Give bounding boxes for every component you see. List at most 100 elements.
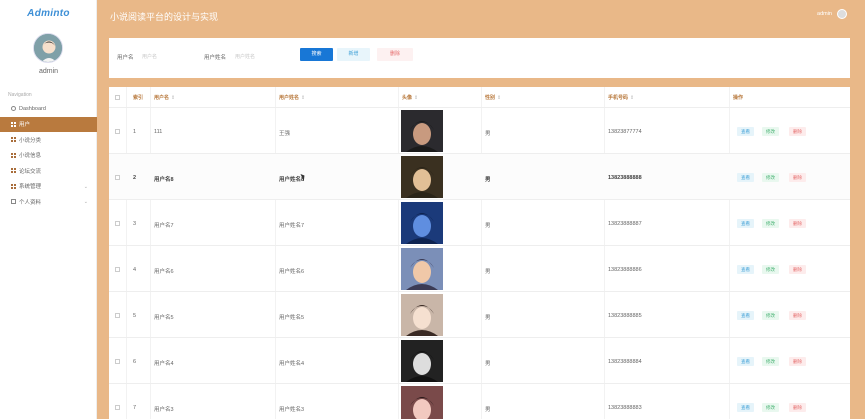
top-header: 小说阅读平台的设计与实现 admin bbox=[97, 0, 865, 30]
header-gender[interactable]: 性别 ⇕ bbox=[485, 94, 501, 101]
search-button[interactable]: 搜索 bbox=[300, 48, 333, 61]
cell-name: 王强 bbox=[279, 131, 291, 137]
cell-avatar-image[interactable] bbox=[401, 110, 443, 152]
edit-button[interactable]: 修改 bbox=[762, 311, 779, 320]
edit-button[interactable]: 修改 bbox=[762, 357, 779, 366]
row-checkbox[interactable] bbox=[115, 267, 120, 272]
cell-avatar-image[interactable] bbox=[401, 294, 443, 336]
cell-avatar-image[interactable] bbox=[401, 156, 443, 198]
name-filter-input[interactable] bbox=[235, 50, 283, 63]
row-delete-button[interactable]: 删除 bbox=[789, 357, 806, 366]
edit-button[interactable]: 修改 bbox=[762, 219, 779, 228]
cell-avatar-image[interactable] bbox=[401, 386, 443, 419]
table-row[interactable]: 3 用户名7 用户姓名7 男 13823888887 查看 修改 删除 bbox=[109, 199, 850, 245]
cell-index: 1 bbox=[133, 129, 137, 135]
cell-gender: 男 bbox=[485, 315, 491, 321]
cell-phone: 13823888888 bbox=[608, 175, 642, 181]
sidebar-item-novel-categories[interactable]: 小说分类 bbox=[0, 132, 97, 148]
header-name[interactable]: 用户姓名 ⇕ bbox=[279, 94, 305, 101]
cell-avatar-image[interactable] bbox=[401, 340, 443, 382]
row-delete-button[interactable]: 删除 bbox=[789, 219, 806, 228]
grid-icon bbox=[11, 137, 16, 143]
row-delete-button[interactable]: 删除 bbox=[789, 403, 806, 412]
view-button[interactable]: 查看 bbox=[737, 127, 754, 136]
view-button[interactable]: 查看 bbox=[737, 265, 754, 274]
nav-section-title: Navigation bbox=[8, 92, 32, 98]
row-checkbox[interactable] bbox=[115, 129, 120, 134]
table-row[interactable]: 4 用户名6 用户姓名6 男 13823888886 查看 修改 删除 bbox=[109, 245, 850, 291]
sort-icon: ⇕ bbox=[497, 95, 502, 101]
cell-avatar-image[interactable] bbox=[401, 248, 443, 290]
sidebar-item-forum[interactable]: 论坛交流 bbox=[0, 163, 97, 179]
header-label: 手机号码 bbox=[608, 95, 629, 101]
edit-button[interactable]: 修改 bbox=[762, 127, 779, 136]
edit-button[interactable]: 修改 bbox=[762, 173, 779, 182]
sidebar-item-label: 个人资料 bbox=[19, 199, 42, 206]
cell-index: 2 bbox=[133, 175, 137, 181]
sidebar-item-profile[interactable]: 个人资料 ⌄ bbox=[0, 194, 97, 210]
table-row[interactable]: 7 用户名3 用户姓名3 男 13823888883 查看 修改 删除 bbox=[109, 383, 850, 419]
row-checkbox[interactable] bbox=[115, 359, 120, 364]
select-all-checkbox[interactable] bbox=[115, 95, 120, 100]
sidebar-item-dashboard[interactable]: Dashboard bbox=[0, 101, 97, 117]
page-title: 小说阅读平台的设计与实现 bbox=[110, 13, 219, 23]
cell-index: 5 bbox=[133, 313, 137, 319]
chevron-down-icon: ⌄ bbox=[83, 183, 88, 190]
sidebar-item-novel-info[interactable]: 小说信息 bbox=[0, 148, 97, 164]
row-delete-button[interactable]: 删除 bbox=[789, 173, 806, 182]
table-row[interactable]: 2 用户名8 用户姓名8 男 13823888888 查看 修改 删除 bbox=[109, 153, 850, 199]
brand-logo[interactable]: Adminto bbox=[0, 8, 97, 19]
grid-icon bbox=[11, 152, 16, 158]
sort-icon: ⇕ bbox=[414, 95, 419, 101]
table-row[interactable]: 1 111 王强 男 13823877774 查看 修改 删除 bbox=[109, 107, 850, 153]
edit-button[interactable]: 修改 bbox=[762, 265, 779, 274]
view-button[interactable]: 查看 bbox=[737, 219, 754, 228]
add-button[interactable]: 新增 bbox=[337, 48, 370, 61]
row-checkbox[interactable] bbox=[115, 313, 120, 318]
user-avatar[interactable] bbox=[33, 33, 63, 63]
cell-gender: 男 bbox=[485, 131, 491, 137]
header-avatar[interactable] bbox=[837, 9, 847, 19]
row-checkbox[interactable] bbox=[115, 221, 120, 226]
header-label: 用户姓名 bbox=[279, 95, 300, 101]
header-username[interactable]: admin bbox=[817, 11, 832, 17]
delete-button[interactable]: 删除 bbox=[377, 48, 413, 61]
edit-button[interactable]: 修改 bbox=[762, 403, 779, 412]
table-row[interactable]: 5 用户名5 用户姓名5 男 13823888885 查看 修改 删除 bbox=[109, 291, 850, 337]
header-avatar[interactable]: 头像 ⇕ bbox=[402, 94, 418, 101]
header-phone[interactable]: 手机号码 ⇕ bbox=[608, 94, 634, 101]
grid-icon bbox=[11, 183, 16, 189]
username-filter-input[interactable] bbox=[142, 50, 190, 63]
box-icon bbox=[11, 199, 16, 205]
sidebar-item-label: 系统管理 bbox=[19, 184, 42, 191]
header-username[interactable]: 用户名 ⇕ bbox=[154, 94, 175, 101]
cell-name: 用户姓名6 bbox=[279, 269, 305, 275]
cell-index: 4 bbox=[133, 267, 137, 273]
cell-name: 用户姓名7 bbox=[279, 223, 305, 229]
row-delete-button[interactable]: 删除 bbox=[789, 127, 806, 136]
row-checkbox[interactable] bbox=[115, 405, 120, 410]
row-delete-button[interactable]: 删除 bbox=[789, 311, 806, 320]
row-delete-button[interactable]: 删除 bbox=[789, 265, 806, 274]
user-table: 索引 用户名 ⇕ 用户姓名 ⇕ 头像 ⇕ 性别 ⇕ 手机号码 ⇕ 操作 1 111 王强 … bbox=[109, 87, 850, 419]
cell-phone: 13823888887 bbox=[608, 221, 642, 227]
row-checkbox[interactable] bbox=[115, 175, 120, 180]
cell-name: 用户姓名3 bbox=[279, 407, 305, 413]
cell-gender: 男 bbox=[485, 223, 491, 229]
sidebar-item-system[interactable]: 系统管理 ⌄ bbox=[0, 179, 97, 195]
view-button[interactable]: 查看 bbox=[737, 173, 754, 182]
view-button[interactable]: 查看 bbox=[737, 403, 754, 412]
cell-username: 用户名6 bbox=[154, 269, 174, 275]
cell-gender: 男 bbox=[485, 177, 491, 183]
sort-icon: ⇕ bbox=[301, 95, 306, 101]
view-button[interactable]: 查看 bbox=[737, 311, 754, 320]
table-header: 索引 用户名 ⇕ 用户姓名 ⇕ 头像 ⇕ 性别 ⇕ 手机号码 ⇕ 操作 bbox=[109, 87, 850, 107]
cell-avatar-image[interactable] bbox=[401, 202, 443, 244]
table-row[interactable]: 6 用户名4 用户姓名4 男 13823888884 查看 修改 删除 bbox=[109, 337, 850, 383]
sidebar-item-users[interactable]: 用户 bbox=[0, 116, 97, 132]
sidebar-username: admin bbox=[38, 68, 59, 75]
sort-icon: ⇕ bbox=[171, 95, 176, 101]
header-index: 索引 bbox=[133, 95, 144, 101]
grid-icon bbox=[11, 168, 16, 174]
view-button[interactable]: 查看 bbox=[737, 357, 754, 366]
